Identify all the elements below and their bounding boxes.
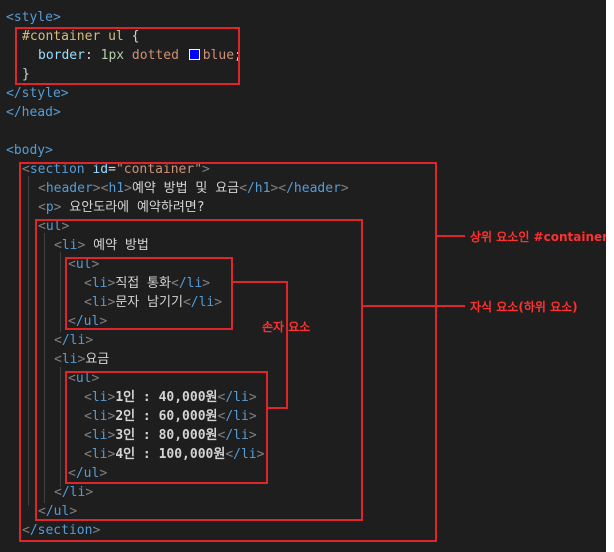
connector-line bbox=[268, 407, 288, 409]
style-open-tag: <style> bbox=[6, 10, 61, 25]
annotation-grandchild-label: 손자 요소 bbox=[262, 320, 311, 334]
annotation-child-label: 자식 요소(하위 요소) bbox=[470, 300, 578, 314]
connector-line bbox=[286, 281, 288, 409]
grandchild-ul2-highlight bbox=[65, 371, 268, 484]
code-line: <body> bbox=[6, 141, 53, 160]
code-line: </style> bbox=[6, 84, 69, 103]
style-close-tag: </style> bbox=[6, 86, 69, 101]
connector-line bbox=[363, 305, 465, 307]
css-rule-highlight bbox=[15, 27, 240, 85]
head-close-tag: </head> bbox=[6, 105, 61, 120]
body-open-tag: <body> bbox=[6, 143, 53, 158]
code-line: </head> bbox=[6, 103, 61, 122]
grandchild-ul1-highlight bbox=[65, 257, 233, 330]
right-edge-strip bbox=[606, 0, 614, 552]
code-line: <style> bbox=[6, 8, 61, 27]
code-editor: <style> #container ul { border: 1px dott… bbox=[0, 0, 606, 552]
annotation-parent-label: 상위 요소인 #container bbox=[470, 230, 606, 244]
connector-line bbox=[437, 235, 465, 237]
connector-line bbox=[233, 281, 287, 283]
